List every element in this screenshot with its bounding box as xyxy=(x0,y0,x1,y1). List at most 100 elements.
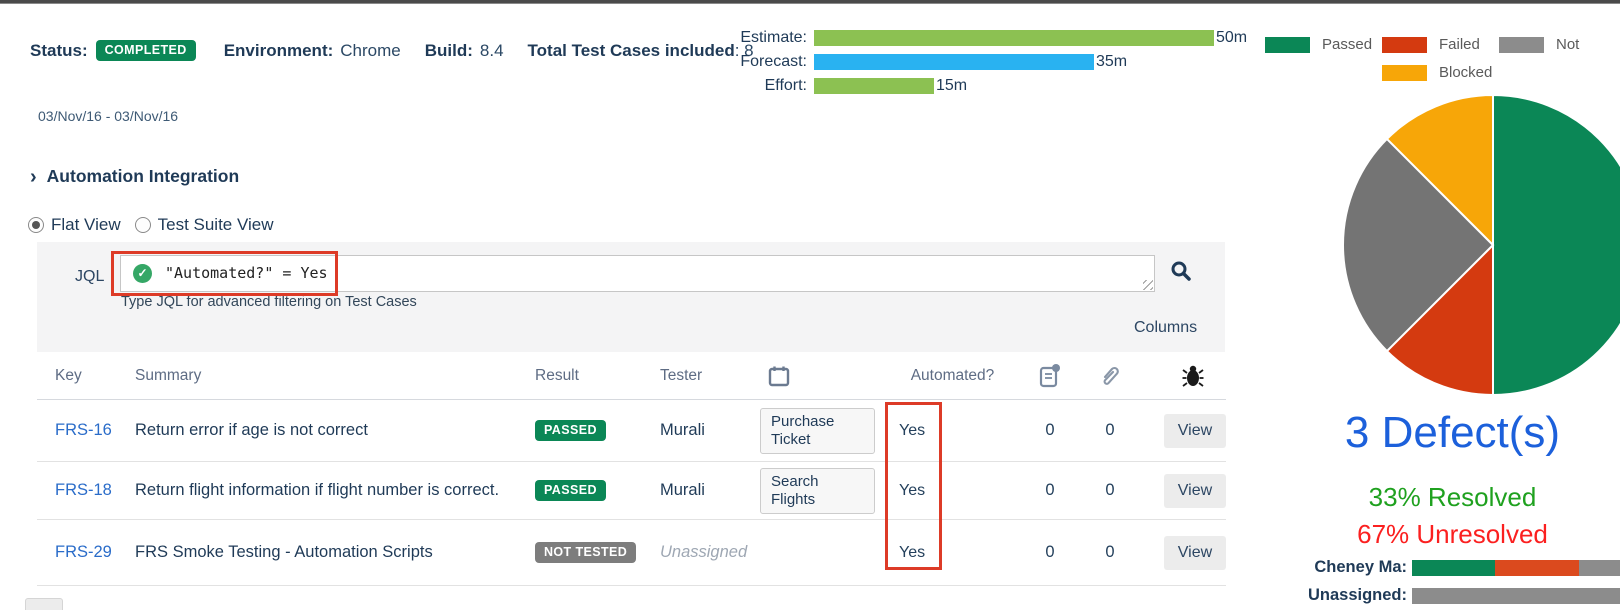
legend-item-blocked: Blocked xyxy=(1382,64,1499,81)
passed-swatch xyxy=(1265,37,1310,53)
build-value: 8.4 xyxy=(480,41,504,61)
attachments-count: 0 xyxy=(1080,543,1140,562)
forecast-value: 35m xyxy=(1096,53,1127,71)
attachments-count: 0 xyxy=(1080,481,1140,500)
chevron-right-icon: › xyxy=(30,167,37,187)
legend-item-failed: Failed xyxy=(1382,36,1499,53)
radio-unselected-icon[interactable] xyxy=(135,217,151,233)
effort-bars-chart: Estimate: 50m Forecast: 35m Effort: 15m xyxy=(733,30,1247,94)
issue-key-link[interactable]: FRS-16 xyxy=(55,421,135,440)
assignee-defect-row: Unassigned: xyxy=(1295,586,1620,605)
status-badge: COMPLETED xyxy=(96,40,196,61)
page: Status: COMPLETED Environment: Chrome Bu… xyxy=(0,0,1620,610)
flat-view-label: Flat View xyxy=(51,215,121,235)
estimate-label: Estimate: xyxy=(733,29,807,47)
header-result[interactable]: Result xyxy=(535,367,660,385)
header-key[interactable]: Key xyxy=(55,367,135,385)
status-label: Status: xyxy=(30,41,88,61)
jql-helper-text: Type JQL for advanced filtering on Test … xyxy=(121,294,417,310)
window-top-strip xyxy=(0,0,1620,4)
assignee-defect-row: Cheney Ma: xyxy=(1295,558,1620,577)
not-tested-swatch xyxy=(1499,37,1544,53)
estimate-value: 50m xyxy=(1216,29,1247,47)
issue-key-link[interactable]: FRS-29 xyxy=(55,543,135,562)
summary-text: FRS Smoke Testing - Automation Scripts xyxy=(135,541,535,563)
defects-resolved-text: 33% Resolved xyxy=(1280,482,1620,513)
execution-status-header: Status: COMPLETED Environment: Chrome Bu… xyxy=(30,40,754,61)
environment-value: Chrome xyxy=(340,41,400,61)
summary-text: Return flight information if flight numb… xyxy=(135,479,535,501)
defects-unresolved-text: 67% Unresolved xyxy=(1280,519,1620,550)
search-icon[interactable] xyxy=(1170,260,1192,282)
assignee-defect-bar xyxy=(1412,560,1620,576)
effort-label: Effort: xyxy=(733,77,807,95)
radio-flat-view[interactable]: Flat View xyxy=(28,215,121,235)
issue-key-link[interactable]: FRS-18 xyxy=(55,481,135,500)
passed-label: Passed xyxy=(1322,36,1372,53)
annotation-box-automated-column xyxy=(885,402,942,570)
date-range: 03/Nov/16 - 03/Nov/16 xyxy=(38,108,178,124)
header-automated[interactable]: Automated? xyxy=(885,367,1020,385)
test-cases-table: Key Summary Result Tester Automated? xyxy=(37,352,1226,586)
legend-item-not-tested: Not xyxy=(1499,36,1616,53)
section-automation-integration[interactable]: › Automation Integration xyxy=(30,166,239,187)
tester-name: Unassigned xyxy=(660,543,760,562)
failed-swatch xyxy=(1382,37,1427,53)
view-button[interactable]: View xyxy=(1164,474,1226,508)
comments-count: 0 xyxy=(1020,543,1080,562)
header-tester[interactable]: Tester xyxy=(660,367,760,385)
calendar-icon xyxy=(760,365,790,387)
blocked-label: Blocked xyxy=(1439,64,1492,81)
legend-item-passed: Passed xyxy=(1265,36,1382,53)
defects-title: 3 Defect(s) xyxy=(1280,408,1620,458)
table-row: FRS-16 Return error if age is not correc… xyxy=(37,400,1226,462)
clipped-next-section-element xyxy=(25,598,63,610)
phase-chip: Purchase Ticket xyxy=(760,408,875,454)
tester-name: Murali xyxy=(660,421,760,440)
attachments-count: 0 xyxy=(1080,421,1140,440)
forecast-bar xyxy=(814,54,1094,70)
estimate-bar-row: Estimate: 50m xyxy=(733,30,1247,46)
assignee-label: Cheney Ma: xyxy=(1295,558,1407,577)
comments-count: 0 xyxy=(1020,481,1080,500)
effort-bar-row: Effort: 15m xyxy=(733,78,1247,94)
table-row: FRS-18 Return flight information if flig… xyxy=(37,462,1226,520)
result-badge: PASSED xyxy=(535,480,606,501)
environment-label: Environment: xyxy=(224,41,334,61)
result-badge: NOT TESTED xyxy=(535,542,636,563)
failed-label: Failed xyxy=(1439,36,1480,53)
columns-button[interactable]: Columns xyxy=(1134,319,1197,337)
attachment-paperclip-icon xyxy=(1099,364,1121,388)
not-tested-label: Not xyxy=(1556,36,1579,53)
forecast-bar-row: Forecast: 35m xyxy=(733,54,1247,70)
radio-test-suite-view[interactable]: Test Suite View xyxy=(135,215,274,235)
pie-legend: Passed Failed Not Blocked xyxy=(1265,36,1616,92)
annotation-box-jql-query xyxy=(111,251,338,296)
comments-icon xyxy=(1038,363,1062,389)
effort-bar xyxy=(814,78,934,94)
execution-status-pie-chart xyxy=(1338,90,1620,400)
tester-name: Murali xyxy=(660,481,760,500)
result-badge: PASSED xyxy=(535,420,606,441)
view-button[interactable]: View xyxy=(1164,536,1226,570)
radio-selected-icon[interactable] xyxy=(28,217,44,233)
view-toggle: Flat View Test Suite View xyxy=(28,215,288,235)
phase-chip: Search Flights xyxy=(760,468,875,514)
view-button[interactable]: View xyxy=(1164,414,1226,448)
blocked-swatch xyxy=(1382,65,1427,81)
jql-label: JQL xyxy=(75,268,104,286)
effort-value: 15m xyxy=(936,77,967,95)
table-row: FRS-29 FRS Smoke Testing - Automation Sc… xyxy=(37,520,1226,586)
total-test-cases-label: Total Test Cases included xyxy=(528,41,735,61)
textarea-resize-grip[interactable] xyxy=(1143,280,1153,290)
assignee-label: Unassigned: xyxy=(1295,586,1407,605)
assignee-defect-bar xyxy=(1412,588,1620,604)
bug-icon xyxy=(1182,364,1204,388)
table-header-row: Key Summary Result Tester Automated? xyxy=(37,352,1226,400)
summary-text: Return error if age is not correct xyxy=(135,419,535,441)
build-label: Build: xyxy=(425,41,473,61)
test-suite-view-label: Test Suite View xyxy=(158,215,274,235)
estimate-bar xyxy=(814,30,1214,46)
header-summary[interactable]: Summary xyxy=(135,367,535,385)
section-title-text: Automation Integration xyxy=(47,166,239,187)
